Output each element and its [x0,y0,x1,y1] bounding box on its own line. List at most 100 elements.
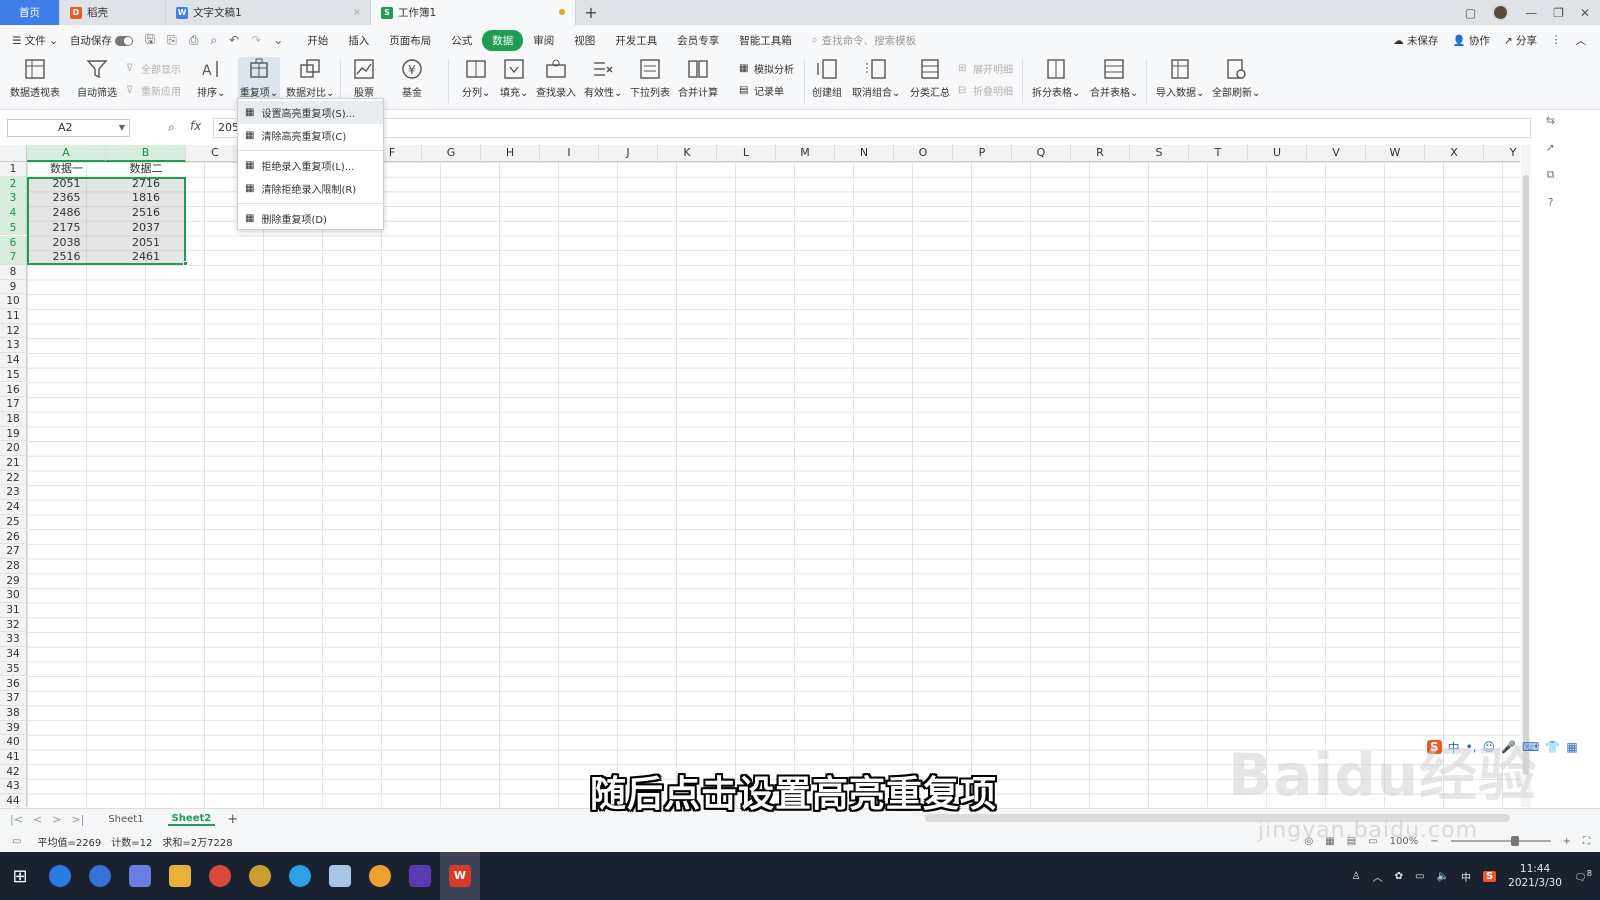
volume-icon[interactable]: 🔈 [1436,871,1448,882]
show-all-button[interactable]: ⊽ 全部显示 [126,61,181,77]
create-group-button[interactable]: 创建组 [812,57,842,99]
validity-button[interactable]: 有效性⌄ [584,57,622,99]
taskbar-app-cube[interactable] [120,852,160,900]
ribbon-tab[interactable]: 智能工具箱 [729,30,802,51]
input-language[interactable]: 中 [1461,869,1471,884]
user-icon[interactable]: ♙ [1352,871,1361,882]
taskbar-app-wps[interactable]: W [440,852,480,900]
row-header[interactable]: 11 [0,309,27,324]
row-header[interactable]: 8 [0,264,27,280]
clock[interactable]: 11:44 2021/3/30 [1508,862,1562,890]
autosave-toggle[interactable]: 自动保存 [70,33,133,48]
column-header[interactable]: P [953,145,1012,162]
taskbar-app-feather[interactable] [40,852,80,900]
fill-button[interactable]: 填充⌄ [500,57,528,99]
avatar[interactable] [1492,4,1510,21]
close-icon[interactable]: × [353,7,361,18]
column-header[interactable]: W [1366,145,1425,162]
help-icon[interactable]: ? [1548,196,1554,209]
ribbon-tab[interactable]: 数据 [482,29,524,51]
sheet-tab-sheet2[interactable]: Sheet2 [167,813,216,826]
column-header[interactable]: Y [1484,145,1520,162]
start-button[interactable]: ⊞ [0,852,40,900]
column-header[interactable]: U [1248,145,1307,162]
stocks-button[interactable]: 股票 [352,57,376,99]
row-header[interactable]: 18 [0,411,27,427]
row-header[interactable]: 28 [0,558,27,574]
ribbon-tab[interactable]: 公式 [441,30,482,51]
more-icon[interactable]: ⋮ [1551,34,1562,46]
column-header[interactable]: H [481,145,540,162]
data-cell[interactable]: 2365 [27,191,106,206]
column-header[interactable]: M [776,145,835,162]
toggle-switch[interactable] [114,35,133,46]
row-header[interactable]: 10 [0,294,27,309]
column-header[interactable]: B [106,145,186,162]
row-header[interactable]: 22 [0,470,27,486]
column-header[interactable]: R [1071,145,1130,162]
split-table-button[interactable]: 拆分表格⌄ [1032,57,1080,99]
ribbon-tab[interactable]: 视图 [564,30,605,51]
header-cell[interactable]: 数据一 [27,162,106,177]
redo-icon[interactable]: ↷ [251,33,261,47]
ribbon-tab[interactable]: 开发工具 [605,30,667,51]
cell-mode-icon[interactable]: ▭ [12,836,21,847]
taskbar-app-browser[interactable] [80,852,120,900]
zoom-search-icon[interactable]: ⌕ [168,120,175,135]
fx-icon[interactable]: fx [190,119,201,133]
what-if-analysis-button[interactable]: ▦ 模拟分析 [739,61,794,77]
row-header[interactable]: 32 [0,617,27,633]
new-tab-button[interactable]: + [576,0,606,25]
network-icon[interactable]: ▭ [1415,871,1424,882]
row-header[interactable]: 19 [0,426,27,442]
merge-table-button[interactable]: 合并表格⌄ [1090,57,1138,99]
tab-workbook[interactable]: S 工作簿1 [371,0,576,25]
data-cell[interactable]: 2716 [106,177,186,192]
taskbar-app-explorer[interactable] [160,852,200,900]
row-header[interactable]: 27 [0,544,27,559]
minimize-button[interactable]: — [1525,6,1537,20]
ribbon-tab[interactable]: 开始 [297,30,338,51]
row-header[interactable]: 1 [0,162,27,177]
save-icon[interactable]: 🖫 [145,30,155,51]
expand-detail-button[interactable]: ⊞ 展开明细 [958,61,1013,77]
undo-icon[interactable]: ↶ [229,33,239,47]
row-header[interactable]: 25 [0,514,27,530]
row-header[interactable]: 12 [0,323,27,339]
vertical-scrollbar[interactable] [1521,145,1531,807]
split-column-button[interactable]: 分列⌄ [462,57,490,99]
layout-icon[interactable]: ▢ [1465,6,1476,20]
reapply-button[interactable]: ⊽ 重新应用 [126,83,181,99]
data-cell[interactable]: 1816 [106,191,186,206]
ungroup-button[interactable]: 取消组合⌄ [852,57,900,99]
ribbon-tab[interactable]: 会员专享 [667,30,729,51]
lookup-entry-button[interactable]: 查找录入 [536,57,576,99]
row-header[interactable]: 35 [0,661,27,677]
crop-icon[interactable]: ⧉ [1547,168,1555,182]
last-sheet-icon[interactable]: >| [71,813,84,826]
format-painter-icon[interactable]: ⎘ [167,33,177,48]
row-header[interactable]: 26 [0,529,27,545]
ribbon-tab[interactable]: 审阅 [523,30,564,51]
row-header[interactable]: 14 [0,353,27,368]
formula-input[interactable]: 205 [213,118,1531,138]
row-header[interactable]: 16 [0,382,27,398]
row-header[interactable]: 38 [0,705,27,721]
data-cell[interactable]: 2516 [27,250,106,265]
row-header[interactable]: 31 [0,603,27,618]
data-cell[interactable]: 2051 [106,236,186,251]
fullscreen-icon[interactable]: ⛶ [1583,836,1590,847]
tab-writer-doc[interactable]: W 文字文稿1 × [166,0,371,25]
column-header[interactable]: V [1307,145,1366,162]
collapse-ribbon-icon[interactable]: ︿ [1576,33,1587,48]
prev-sheet-icon[interactable]: < [33,813,42,826]
row-header[interactable]: 15 [0,367,27,383]
row-header[interactable]: 3 [0,191,27,207]
row-header[interactable]: 6 [0,235,27,251]
command-search[interactable]: ⌕ 查找命令、搜索模板 [812,33,916,48]
print-preview-icon[interactable]: ⌕ [210,33,217,48]
column-header[interactable]: L [717,145,776,162]
taskbar-app-chrome-2[interactable] [240,852,280,900]
funds-button[interactable]: ¥ 基金 [400,57,424,99]
subtotal-button[interactable]: 分类汇总 [910,57,950,99]
